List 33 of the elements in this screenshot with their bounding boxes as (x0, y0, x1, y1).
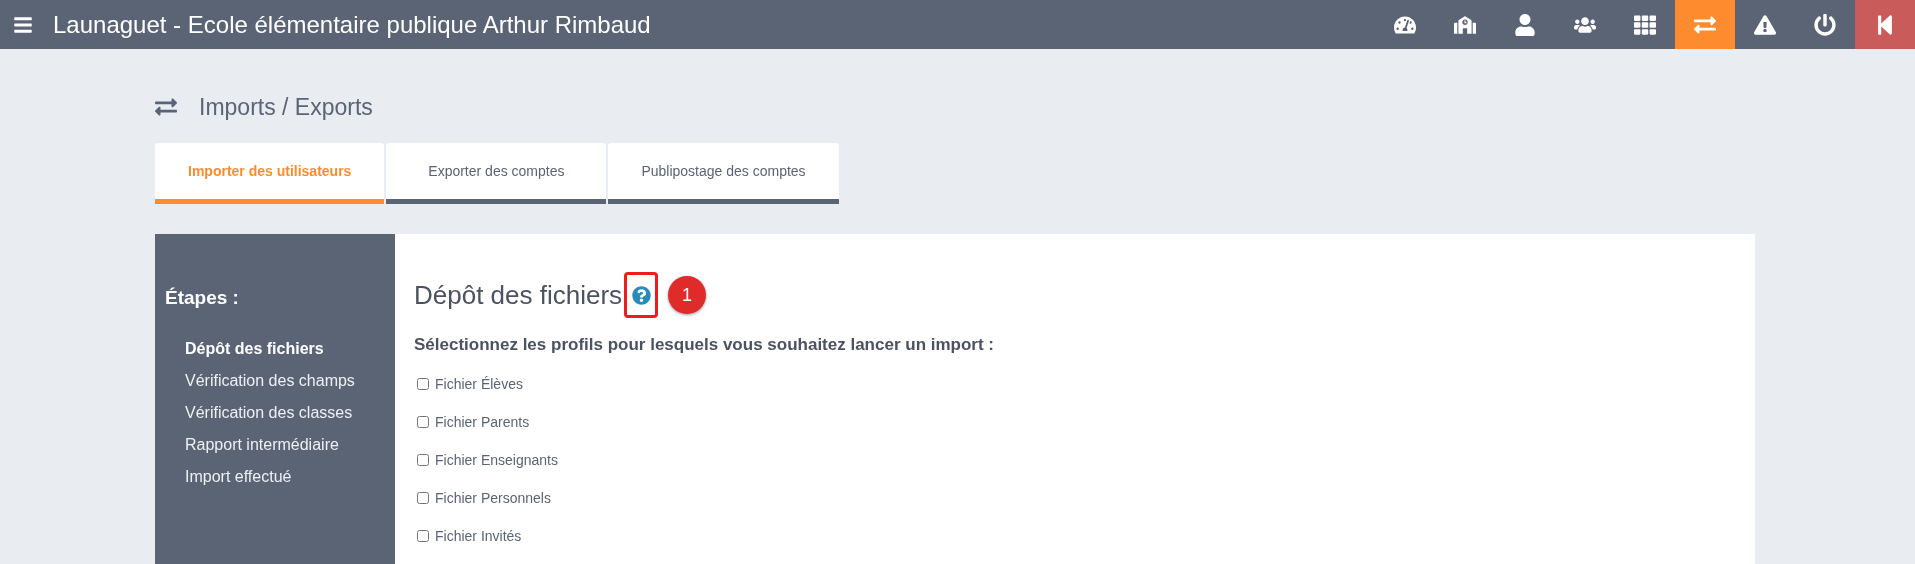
checkbox-label: Fichier Enseignants (435, 450, 558, 470)
step-item: Dépôt des fichiers (185, 338, 325, 359)
checkbox-label: Fichier Personnels (435, 488, 551, 508)
app-title: Launaguet - Ecole élémentaire publique Arthur Rimbaud (53, 9, 651, 40)
menu-icon[interactable] (13, 14, 33, 35)
checkbox[interactable] (417, 492, 429, 504)
grid-icon (1634, 13, 1656, 36)
checkbox[interactable] (417, 416, 429, 428)
step-item: Rapport intermédiaire (185, 434, 340, 455)
checkbox-label: Fichier Invités (435, 526, 522, 546)
tab[interactable]: Exporter des comptes (386, 143, 607, 204)
steps-title: Étapes : (165, 286, 240, 310)
checkbox[interactable] (417, 378, 429, 390)
page-title: Imports / Exports (199, 92, 373, 122)
swap-arrows-icon (1694, 13, 1716, 36)
help-icon[interactable] (631, 285, 651, 305)
step-item: Vérification des champs (185, 370, 356, 391)
power-icon (1814, 13, 1836, 36)
nav-button[interactable] (1855, 0, 1915, 49)
checkbox[interactable] (417, 530, 429, 542)
school-icon (1454, 13, 1476, 36)
user-icon (1514, 13, 1536, 36)
tab[interactable]: Publipostage des comptes (608, 143, 839, 204)
step-item: Vérification des classes (185, 402, 354, 423)
warning-icon (1754, 13, 1776, 36)
checkbox-label: Fichier Élèves (435, 374, 523, 394)
swap-arrows-icon (155, 96, 177, 118)
step-item: Import effectué (185, 466, 293, 487)
callout-badge: 1 (668, 276, 707, 314)
prompt-text: Sélectionnez les profils pour lesquels vous souhaitez lancer un import : (414, 334, 995, 356)
checkbox[interactable] (417, 454, 429, 466)
section-heading: Dépôt des fichiers (414, 278, 623, 312)
checkbox-label: Fichier Parents (435, 412, 530, 432)
